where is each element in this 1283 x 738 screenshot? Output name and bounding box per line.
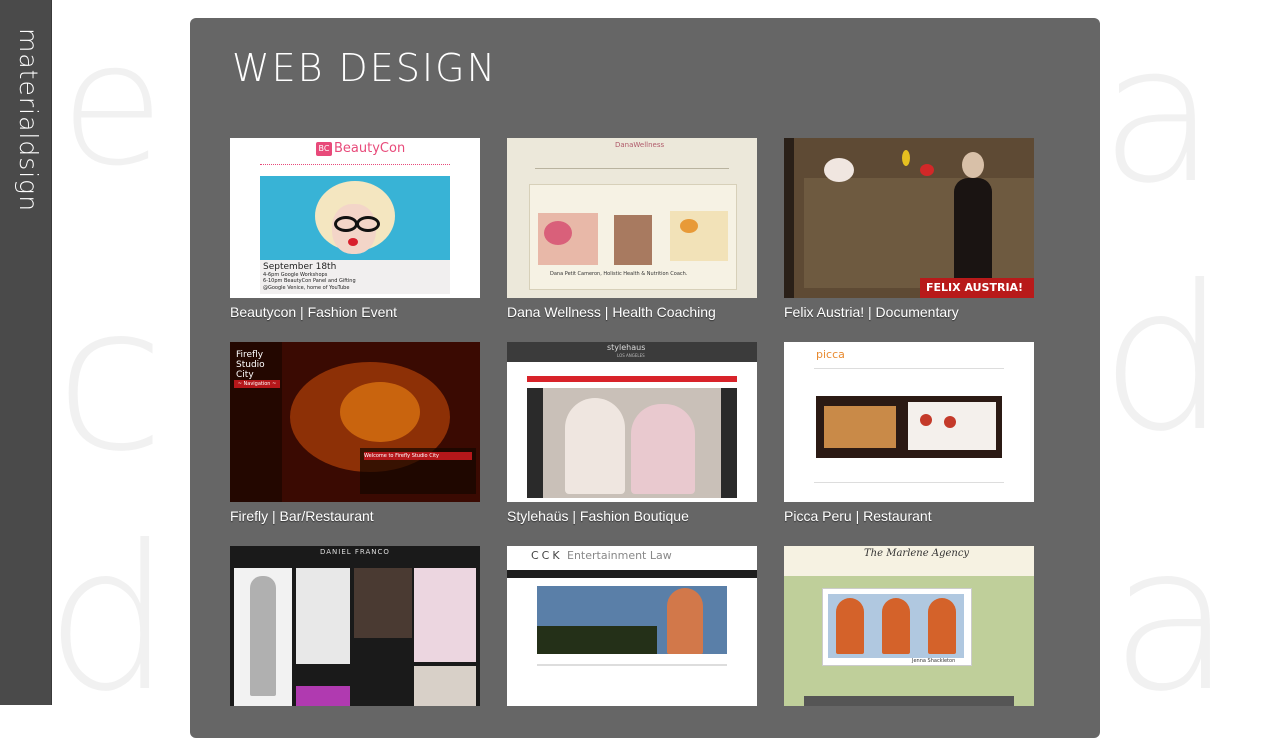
portfolio-caption[interactable]: Beautycon | Fashion Event xyxy=(230,304,480,320)
portfolio-caption[interactable]: Firefly | Bar/Restaurant xyxy=(230,508,480,524)
thumbnail-firefly[interactable]: Firefly Studio City ~ Navigation ~ Welco… xyxy=(230,342,480,502)
firefly-welcome: Welcome to Firefly Studio City xyxy=(364,452,472,460)
picca-logo: picca xyxy=(816,348,845,361)
portfolio-caption[interactable]: Felix Austria! | Documentary xyxy=(784,304,1034,320)
dana-nav xyxy=(535,168,729,169)
portfolio-item-firefly[interactable]: Firefly Studio City ~ Navigation ~ Welco… xyxy=(230,342,480,524)
thumbnail-dana-wellness[interactable]: DanaWellness Dana Petit Cameron, Holisti… xyxy=(507,138,757,298)
sidebar: materialdsign xyxy=(0,0,52,705)
cck-logo-sub: Entertainment Law xyxy=(567,549,672,562)
beautycon-line2: 6-10pm BeautyCon Panel and Gifting xyxy=(263,278,356,284)
portfolio-item-beautycon[interactable]: BC BeautyCon September 18th 4-6pm Google… xyxy=(230,138,480,320)
background-letter: d xyxy=(1100,243,1227,476)
marlene-logo: The Marlene Agency xyxy=(864,548,970,559)
portfolio-item-picca-peru[interactable]: picca Picca Peru | Restaurant xyxy=(784,342,1034,524)
beautycon-line3: @Google Venice, home of YouTube xyxy=(263,285,350,291)
site-logo[interactable]: materialdsign xyxy=(8,28,48,228)
beautycon-logo-mark: BC xyxy=(316,142,332,156)
background-letter: a xyxy=(1110,503,1233,736)
thumbnail-stylehaus[interactable]: stylehaus LOS ANGELES xyxy=(507,342,757,502)
background-letter: c xyxy=(55,263,165,496)
beautycon-date: September 18th xyxy=(263,262,337,272)
thumbnail-marlene-agency[interactable]: The Marlene Agency Jenna Shackleton xyxy=(784,546,1034,706)
thumbnail-picca-peru[interactable]: picca xyxy=(784,342,1034,502)
portfolio-caption[interactable]: Stylehaüs | Fashion Boutique xyxy=(507,508,757,524)
thumbnail-beautycon[interactable]: BC BeautyCon September 18th 4-6pm Google… xyxy=(230,138,480,298)
thumbnail-cck[interactable]: CCK Entertainment Law xyxy=(507,546,757,706)
portfolio-item-dana-wellness[interactable]: DanaWellness Dana Petit Cameron, Holisti… xyxy=(507,138,757,320)
background-letter: d xyxy=(45,503,172,736)
thumbnail-daniel-franco[interactable]: DANIEL FRANCO xyxy=(230,546,480,706)
page-title: WEB DESIGN xyxy=(232,46,498,90)
firefly-logo: Firefly Studio City xyxy=(236,350,265,380)
beautycon-logo-text: BeautyCon xyxy=(334,141,406,156)
thumbnail-felix-austria[interactable]: FELIX AUSTRIA! xyxy=(784,138,1034,298)
portfolio-caption[interactable]: Picca Peru | Restaurant xyxy=(784,508,1034,524)
daniel-franco-logo: DANIEL FRANCO xyxy=(320,548,390,556)
beautycon-nav xyxy=(260,164,450,167)
cck-logo: CCK xyxy=(531,549,563,562)
portfolio-item-daniel-franco[interactable]: DANIEL FRANCO xyxy=(230,546,480,712)
portfolio-item-stylehaus[interactable]: stylehaus LOS ANGELES Stylehaüs | Fashio… xyxy=(507,342,757,524)
stylehaus-logo: stylehaus xyxy=(607,343,646,352)
felix-title: FELIX AUSTRIA! xyxy=(926,281,1024,294)
portfolio-item-felix-austria[interactable]: FELIX AUSTRIA! Felix Austria! | Document… xyxy=(784,138,1034,320)
background-letter: e xyxy=(60,6,165,204)
portfolio-caption[interactable]: Dana Wellness | Health Coaching xyxy=(507,304,757,320)
dana-content: Dana Petit Cameron, Holistic Health & Nu… xyxy=(529,184,737,290)
portfolio-panel: WEB DESIGN BC BeautyCon September 18th 4… xyxy=(190,18,1100,738)
portfolio-item-marlene-agency[interactable]: The Marlene Agency Jenna Shackleton xyxy=(784,546,1034,712)
firefly-nav: ~ Navigation ~ xyxy=(234,380,280,388)
portfolio-item-cck[interactable]: CCK Entertainment Law xyxy=(507,546,757,712)
dana-logo-text: DanaWellness xyxy=(615,141,665,149)
background-letter: a xyxy=(1100,4,1217,225)
